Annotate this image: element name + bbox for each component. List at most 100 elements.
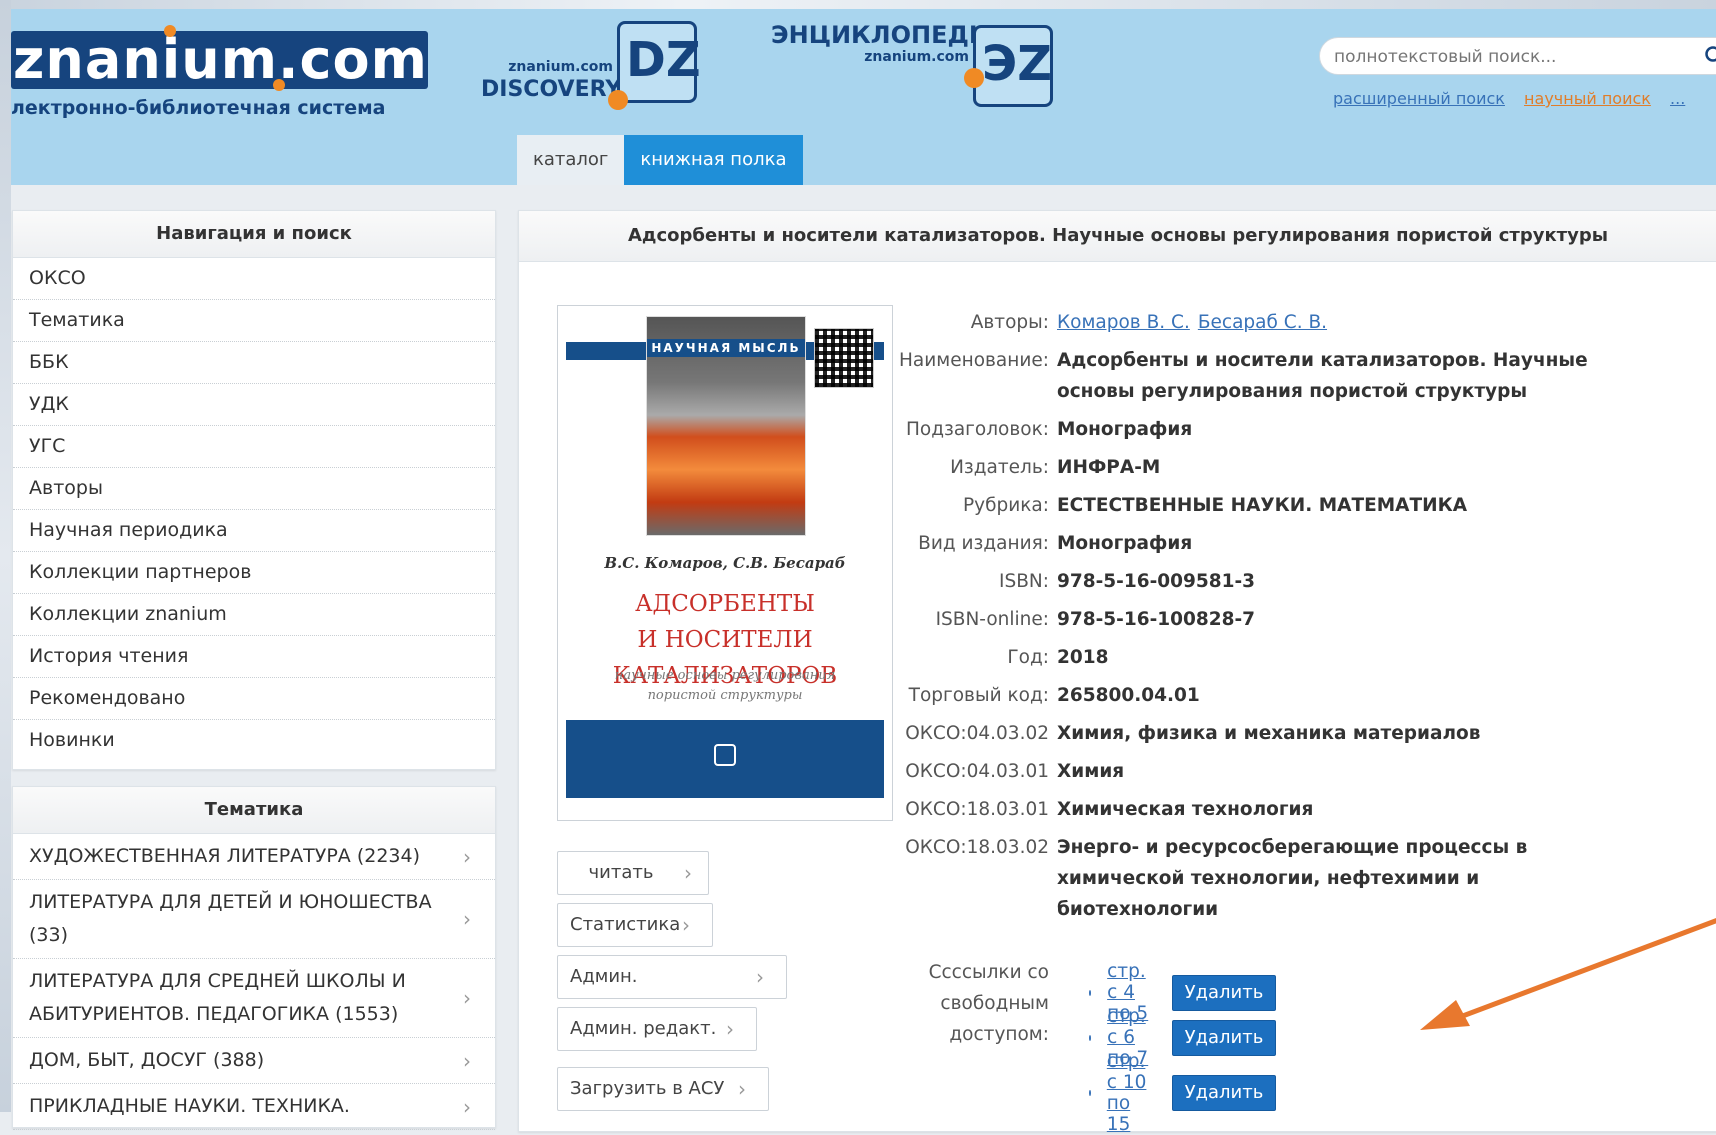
meta-value: 2018 bbox=[1057, 642, 1617, 673]
meta-value: 978-5-16-100828-7 bbox=[1057, 604, 1617, 635]
theme-item-school[interactable]: ЛИТЕРАТУРА ДЛЯ СРЕДНЕЙ ШКОЛЫ И АБИТУРИЕН… bbox=[13, 959, 495, 1038]
nav-item-udk[interactable]: УДК bbox=[13, 384, 495, 426]
nav-item-partner-collections[interactable]: Коллекции партнеров bbox=[13, 552, 495, 594]
logo-text: znanium.com bbox=[11, 31, 428, 89]
tab-catalog[interactable]: каталог bbox=[517, 135, 624, 185]
dz-mark-2: ЭZ bbox=[982, 36, 1052, 92]
book-cover[interactable]: НАУЧНАЯ МЫСЛЬ В.С. Комаров, С.В. Бесараб… bbox=[557, 305, 893, 821]
meta-label: Рубрика: bbox=[899, 490, 1057, 521]
orb-icon bbox=[608, 90, 628, 110]
nav-item-periodicals[interactable]: Научная периодика bbox=[13, 510, 495, 552]
window-frame-left bbox=[0, 0, 11, 1112]
meta-label: Наименование: bbox=[899, 345, 1057, 407]
meta-value: Адсорбенты и носители катализаторов. Нау… bbox=[1057, 345, 1617, 407]
nav-item-authors[interactable]: Авторы bbox=[13, 468, 495, 510]
theme-item-label: ЛИТЕРАТУРА ДЛЯ СРЕДНЕЙ ШКОЛЫ И АБИТУРИЕН… bbox=[29, 970, 406, 1025]
meta-row-isbn-online: ISBN-online: 978-5-16-100828-7 bbox=[899, 604, 1617, 635]
meta-label: ISBN-online: bbox=[899, 604, 1057, 635]
free-page-link[interactable]: стр. с 10 по 15 bbox=[1107, 1051, 1150, 1135]
discovery-brand-bottom: DISCOVERY bbox=[481, 77, 615, 102]
meta-row-rubric: Рубрика: ЕСТЕСТВЕННЫЕ НАУКИ. МАТЕМАТИКА bbox=[899, 490, 1617, 521]
meta-label: Авторы: bbox=[899, 307, 1057, 338]
meta-row-subtitle: Подзаголовок: Монография bbox=[899, 414, 1617, 445]
statistics-button[interactable]: Статистика› bbox=[557, 903, 713, 947]
cover-photo: НАУЧНАЯ МЫСЛЬ bbox=[646, 316, 806, 536]
theme-item-fiction[interactable]: ХУДОЖЕСТВЕННАЯ ЛИТЕРАТУРА (2234) › bbox=[13, 834, 495, 880]
meta-label: ОКСО:18.03.02 bbox=[899, 832, 1057, 925]
tab-bookshelf[interactable]: книжная полка bbox=[624, 135, 802, 185]
cover-subtitle: научные основы регулирования пористой ст… bbox=[558, 666, 892, 706]
theme-item-label: ХУДОЖЕСТВЕННАЯ ЛИТЕРАТУРА (2234) bbox=[29, 845, 420, 867]
search-links: расширенный поиск научный поиск ... bbox=[1333, 89, 1699, 108]
meta-row-name: Наименование: Адсорбенты и носители ката… bbox=[899, 345, 1617, 407]
nav-item-bbk[interactable]: ББК bbox=[13, 342, 495, 384]
meta-value: Монография bbox=[1057, 528, 1617, 559]
meta-label: Подзаголовок: bbox=[899, 414, 1057, 445]
meta-label: Издатель: bbox=[899, 452, 1057, 483]
free-link-item: стр. с 10 по 15 Удалить bbox=[1089, 1051, 1276, 1135]
meta-value: ИНФРА-М bbox=[1057, 452, 1617, 483]
meta-row-publisher: Издатель: ИНФРА-М bbox=[899, 452, 1617, 483]
free-access-label-line: доступом: bbox=[899, 1019, 1049, 1050]
chevron-right-icon: › bbox=[738, 1079, 758, 1099]
admin-edit-label: Админ. редакт. bbox=[570, 1018, 716, 1039]
nav-item-themes[interactable]: Тематика bbox=[13, 300, 495, 342]
upload-asu-label: Загрузить в АСУ bbox=[570, 1078, 724, 1099]
admin-edit-button[interactable]: Админ. редакт.› bbox=[557, 1007, 757, 1051]
upload-asu-button[interactable]: Загрузить в АСУ › bbox=[557, 1067, 769, 1111]
search-box bbox=[1319, 37, 1716, 75]
encyclopedia-logo-icon[interactable]: ЭZ bbox=[973, 25, 1053, 107]
meta-row-edition-type: Вид издания: Монография bbox=[899, 528, 1617, 559]
more-search-link[interactable]: ... bbox=[1670, 89, 1685, 108]
meta-label: Год: bbox=[899, 642, 1057, 673]
statistics-button-label: Статистика bbox=[570, 914, 680, 935]
chevron-right-icon: › bbox=[678, 863, 698, 883]
nav-item-new[interactable]: Новинки bbox=[13, 720, 495, 761]
encyclopedia-brand-bottom: znanium.com bbox=[771, 49, 969, 65]
author-link[interactable]: Комаров В. С. bbox=[1057, 312, 1190, 333]
bullet-icon bbox=[1089, 1090, 1091, 1096]
logo-dot-icon bbox=[164, 25, 176, 37]
qr-code-icon bbox=[814, 328, 874, 388]
read-button-label: читать bbox=[589, 862, 654, 883]
nav-item-znanium-collections[interactable]: Коллекции znanium bbox=[13, 594, 495, 636]
discovery-logo-icon[interactable]: DZ bbox=[617, 21, 697, 103]
encyclopedia-brand-top: ЭНЦИКЛОПЕДИЯ bbox=[771, 21, 971, 49]
logo-dot-icon bbox=[273, 79, 285, 91]
meta-value: 265800.04.01 bbox=[1057, 680, 1617, 711]
chevron-right-icon: › bbox=[756, 967, 776, 987]
theme-item-applied[interactable]: ПРИКЛАДНЫЕ НАУКИ. ТЕХНИКА. › bbox=[13, 1084, 495, 1130]
search-input[interactable] bbox=[1332, 38, 1696, 76]
themes-panel-title: Тематика bbox=[13, 787, 495, 834]
scientific-search-link[interactable]: научный поиск bbox=[1524, 89, 1651, 108]
theme-item-home[interactable]: ДОМ, БЫТ, ДОСУГ (388)› bbox=[13, 1038, 495, 1084]
chevron-right-icon: › bbox=[463, 847, 483, 867]
nav-item-ugs[interactable]: УГС bbox=[13, 426, 495, 468]
nav-item-recommended[interactable]: Рекомендовано bbox=[13, 678, 495, 720]
window-frame-top bbox=[0, 0, 1716, 9]
cover-bottom-band bbox=[566, 720, 884, 798]
theme-item-children[interactable]: ЛИТЕРАТУРА ДЛЯ ДЕТЕЙ И ЮНОШЕСТВА (33)› bbox=[13, 880, 495, 959]
theme-item-label: ПРИКЛАДНЫЕ НАУКИ. ТЕХНИКА. bbox=[29, 1095, 350, 1117]
cover-series: НАУЧНАЯ МЫСЛЬ bbox=[647, 339, 805, 357]
meta-label: ISBN: bbox=[899, 566, 1057, 597]
nav-item-reading-history[interactable]: История чтения bbox=[13, 636, 495, 678]
delete-button[interactable]: Удалить bbox=[1172, 1075, 1277, 1111]
site-logo[interactable]: znanium.com лектронно-библиотечная систе… bbox=[11, 19, 431, 119]
meta-value: Химия, физика и механика материалов bbox=[1057, 718, 1617, 749]
author-link[interactable]: Бесараб С. В. bbox=[1198, 312, 1327, 333]
read-button[interactable]: читать › bbox=[557, 851, 709, 895]
meta-row-year: Год: 2018 bbox=[899, 642, 1617, 673]
dz-mark: DZ bbox=[626, 32, 701, 88]
meta-value-authors: Комаров В. С. Бесараб С. В. bbox=[1057, 307, 1617, 338]
search-icon[interactable] bbox=[1704, 45, 1716, 67]
nav-panel: Навигация и поиск ОКСО Тематика ББК УДК … bbox=[12, 210, 496, 770]
meta-label: ОКСО:18.03.01 bbox=[899, 794, 1057, 825]
meta-row-okso: ОКСО:04.03.01 Химия bbox=[899, 756, 1617, 787]
bullet-icon bbox=[1089, 990, 1091, 996]
admin-statistics-button[interactable]: Админ. статистика› bbox=[557, 955, 787, 999]
meta-value: Монография bbox=[1057, 414, 1617, 445]
chevron-right-icon: › bbox=[463, 1097, 483, 1117]
advanced-search-link[interactable]: расширенный поиск bbox=[1333, 89, 1505, 108]
nav-item-okso[interactable]: ОКСО bbox=[13, 258, 495, 300]
